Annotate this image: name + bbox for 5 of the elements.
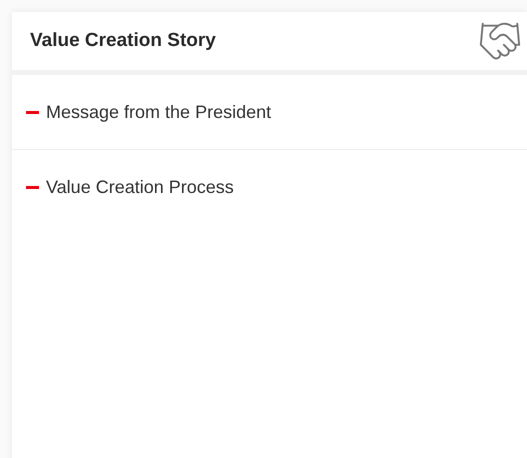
section-link[interactable]: Value Creation Process <box>46 174 234 201</box>
dash-icon <box>26 186 39 189</box>
dash-icon <box>26 110 39 114</box>
panel-title: Value Creation Story <box>30 28 216 53</box>
section-link[interactable]: Message from the President <box>46 98 272 126</box>
